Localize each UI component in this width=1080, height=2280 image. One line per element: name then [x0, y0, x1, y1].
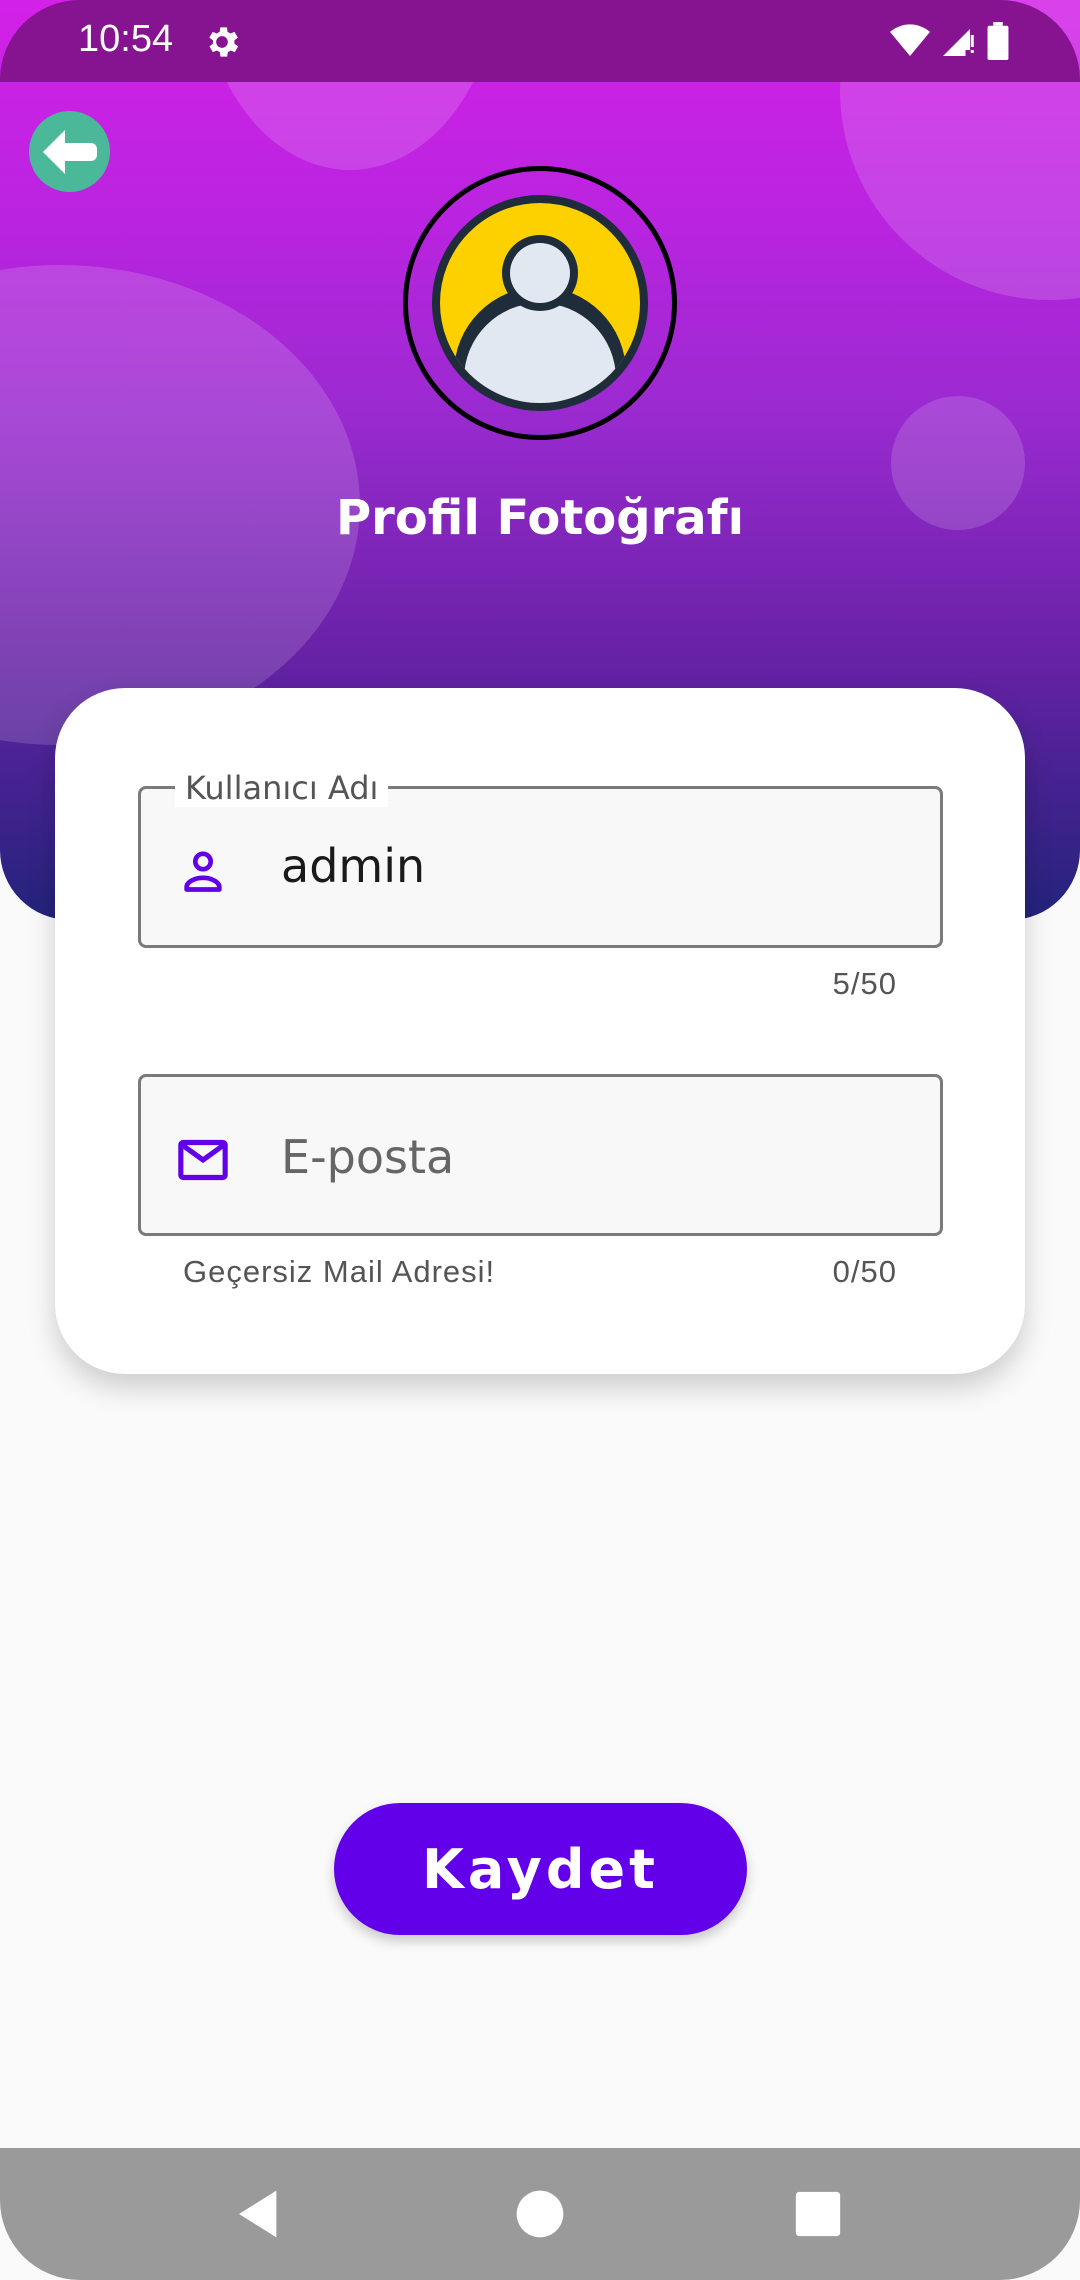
- profile-photo-title: Profil Fotoğrafı: [335, 490, 745, 546]
- person-icon: [184, 851, 222, 892]
- save-button[interactable]: Kaydet: [334, 1803, 747, 1935]
- status-icons: [890, 22, 1010, 60]
- navigation-bar: [0, 2148, 1080, 2280]
- form-card: Kullanıcı Adı admin 5/50 Geçersiz Mail A…: [55, 688, 1025, 1374]
- username-value: admin: [281, 839, 426, 893]
- gear-icon: [209, 27, 239, 57]
- back-button[interactable]: [29, 111, 110, 192]
- cell-signal-icon: [943, 29, 974, 56]
- username-field[interactable]: Kullanıcı Adı admin: [138, 769, 943, 948]
- email-input[interactable]: [281, 1117, 901, 1197]
- home-nav-icon[interactable]: [512, 2186, 568, 2242]
- email-error-text: Geçersiz Mail Adresi!: [183, 1254, 496, 1289]
- arrow-left-icon: [42, 129, 97, 174]
- username-label: Kullanıcı Adı: [175, 769, 389, 807]
- wifi-icon: [890, 24, 930, 56]
- recents-nav-icon[interactable]: [790, 2186, 846, 2242]
- avatar-icon: [432, 195, 648, 411]
- back-nav-icon[interactable]: [232, 2186, 288, 2242]
- status-time: 10:54: [78, 18, 174, 60]
- username-counter: 5/50: [832, 966, 897, 1001]
- email-counter: 0/50: [832, 1254, 897, 1289]
- profile-photo[interactable]: [403, 166, 677, 440]
- email-field[interactable]: [138, 1074, 943, 1236]
- mail-icon: [178, 1139, 228, 1181]
- status-bar: 10:54: [0, 0, 1080, 82]
- battery-icon: [987, 22, 1009, 60]
